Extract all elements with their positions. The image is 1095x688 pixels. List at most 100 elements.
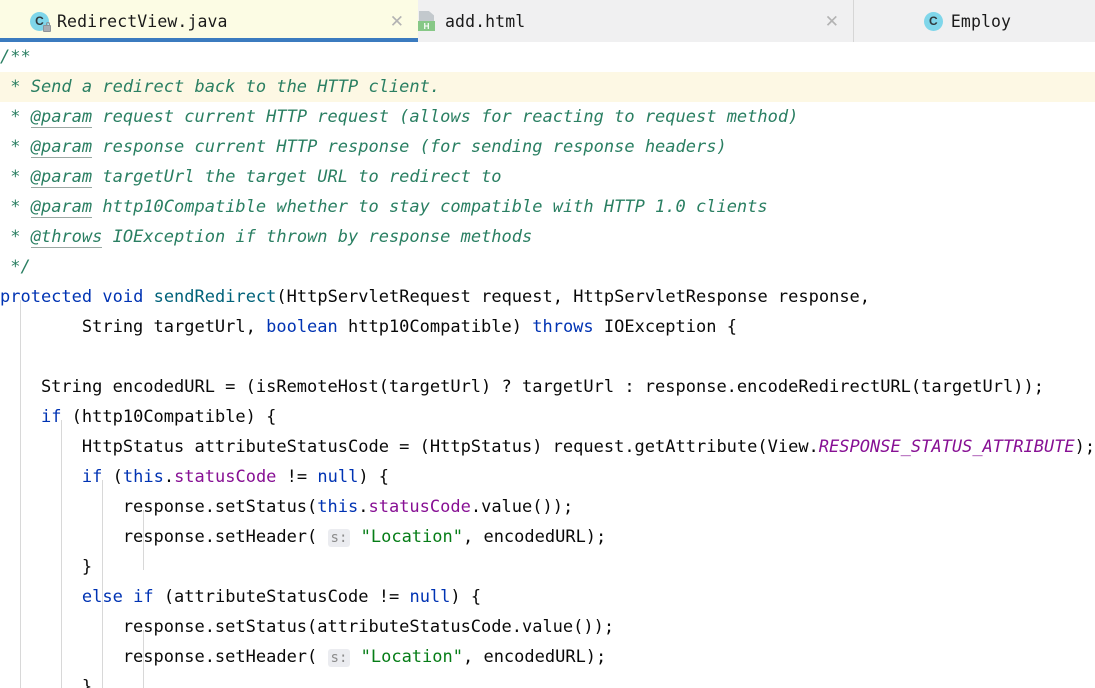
- code-token: else: [81, 587, 123, 607]
- code-line[interactable]: if (http10Compatible) {: [0, 402, 1095, 432]
- code-token: (attributeStatusCode !=: [153, 587, 410, 607]
- tab-label: Employ: [950, 11, 1012, 31]
- code-line[interactable]: String encodedURL = (isRemoteHost(target…: [0, 372, 1095, 402]
- code-line[interactable]: * @param http10Compatible whether to sta…: [0, 192, 1095, 222]
- code-token: .: [163, 467, 175, 487]
- code-token: if: [133, 587, 154, 607]
- code-token: statusCode: [174, 467, 277, 487]
- code-token: sendRedirect: [153, 287, 277, 307]
- code-line[interactable]: else if (attributeStatusCode != null) {: [0, 582, 1095, 612]
- code-token: /**: [0, 47, 31, 67]
- code-line[interactable]: */: [0, 252, 1095, 282]
- code-token: targetUrl the target URL to redirect to: [92, 167, 502, 187]
- close-icon[interactable]: ✕: [799, 13, 839, 30]
- java-class-readonly-icon: C: [30, 11, 51, 32]
- code-token: );: [1074, 437, 1095, 457]
- code-line[interactable]: /**: [0, 42, 1095, 72]
- code-token: null: [409, 587, 451, 607]
- code-editor[interactable]: /** * Send a redirect back to the HTTP c…: [0, 42, 1095, 688]
- code-token: if: [81, 467, 103, 487]
- editor-window: C RedirectView.java ✕ H add.html ✕ C Emp…: [0, 0, 1095, 688]
- html-icon-letter: H: [423, 21, 430, 31]
- code-line[interactable]: response.setStatus(attributeStatusCode.v…: [0, 612, 1095, 642]
- close-icon[interactable]: ✕: [364, 13, 404, 30]
- code-token: this: [317, 497, 359, 517]
- code-token: String targetUrl,: [0, 317, 267, 337]
- code-token: !=: [276, 467, 318, 487]
- code-token: response.setHeader(: [0, 647, 328, 667]
- code-token: response current HTTP response (for send…: [92, 137, 727, 157]
- code-line[interactable]: * @param request current HTTP request (a…: [0, 102, 1095, 132]
- java-icon-letter: C: [929, 14, 938, 28]
- code-token: *: [0, 137, 31, 157]
- code-token: s:: [327, 649, 351, 667]
- code-token: statusCode: [368, 497, 471, 517]
- code-line[interactable]: * @param targetUrl the target URL to red…: [0, 162, 1095, 192]
- code-token: HttpStatus attributeStatusCode = (HttpSt…: [0, 437, 819, 457]
- tab-add-html[interactable]: H add.html ✕: [418, 0, 853, 42]
- code-token: response.setStatus(attributeStatusCode.v…: [0, 617, 615, 637]
- code-token: s:: [327, 529, 351, 547]
- code-token: IOException {: [593, 317, 737, 337]
- code-token: http10Compatible whether to stay compati…: [92, 197, 768, 217]
- code-token: response.setHeader(: [0, 527, 328, 547]
- code-line[interactable]: * @throws IOException if thrown by respo…: [0, 222, 1095, 252]
- code-token: ) {: [450, 587, 482, 607]
- code-token: (http10Compatible) {: [61, 407, 277, 427]
- lock-icon: [43, 21, 51, 32]
- code-token: @param: [30, 197, 93, 218]
- code-token: RESPONSE_STATUS_ATTRIBUTE: [818, 437, 1075, 457]
- code-token: *: [0, 227, 31, 247]
- code-line[interactable]: response.setHeader( s: "Location", encod…: [0, 522, 1095, 552]
- code-token: * Send a redirect back to the HTTP clien…: [0, 77, 441, 97]
- code-token: if: [40, 407, 62, 427]
- code-token: null: [317, 467, 359, 487]
- source-code[interactable]: /** * Send a redirect back to the HTTP c…: [0, 42, 1095, 688]
- code-token: throws: [532, 317, 594, 337]
- code-line[interactable]: String targetUrl, boolean http10Compatib…: [0, 312, 1095, 342]
- code-line[interactable]: }: [0, 672, 1095, 688]
- tab-label: add.html: [445, 11, 526, 31]
- tab-employee[interactable]: C Employ: [854, 0, 1095, 42]
- code-line[interactable]: protected void sendRedirect(HttpServletR…: [0, 282, 1095, 312]
- code-line[interactable]: }: [0, 552, 1095, 582]
- code-line[interactable]: response.setHeader( s: "Location", encod…: [0, 642, 1095, 672]
- java-class-icon: C: [923, 11, 943, 31]
- code-token: }: [0, 557, 93, 577]
- code-token: protected: [0, 287, 93, 307]
- code-line[interactable]: response.setStatus(this.statusCode.value…: [0, 492, 1095, 522]
- code-token: @param: [30, 137, 93, 158]
- code-token: this: [122, 467, 164, 487]
- code-line[interactable]: * Send a redirect back to the HTTP clien…: [0, 72, 1095, 102]
- tab-redirectview-java[interactable]: C RedirectView.java ✕: [0, 0, 418, 42]
- code-token: */: [0, 257, 31, 277]
- code-token: (: [102, 467, 123, 487]
- code-token: }: [0, 677, 93, 688]
- code-line[interactable]: [0, 342, 1095, 372]
- code-token: *: [0, 107, 31, 127]
- code-token: "Location": [360, 647, 463, 667]
- code-line[interactable]: if (this.statusCode != null) {: [0, 462, 1095, 492]
- code-token: void: [102, 287, 144, 307]
- code-token: boolean: [266, 317, 338, 337]
- code-token: .value());: [470, 497, 574, 517]
- code-token: , encodedURL);: [462, 647, 607, 667]
- code-token: "Location": [360, 527, 463, 547]
- code-token: , encodedURL);: [462, 527, 607, 547]
- code-token: @param: [30, 107, 93, 128]
- code-token: String encodedURL = (isRemoteHost(target…: [0, 377, 1044, 397]
- code-token: http10Compatible): [337, 317, 533, 337]
- code-line[interactable]: * @param response current HTTP response …: [0, 132, 1095, 162]
- tab-label: RedirectView.java: [57, 11, 228, 31]
- code-token: *: [0, 167, 31, 187]
- html-file-icon: H: [418, 11, 437, 31]
- code-line[interactable]: HttpStatus attributeStatusCode = (HttpSt…: [0, 432, 1095, 462]
- code-token: ) {: [358, 467, 390, 487]
